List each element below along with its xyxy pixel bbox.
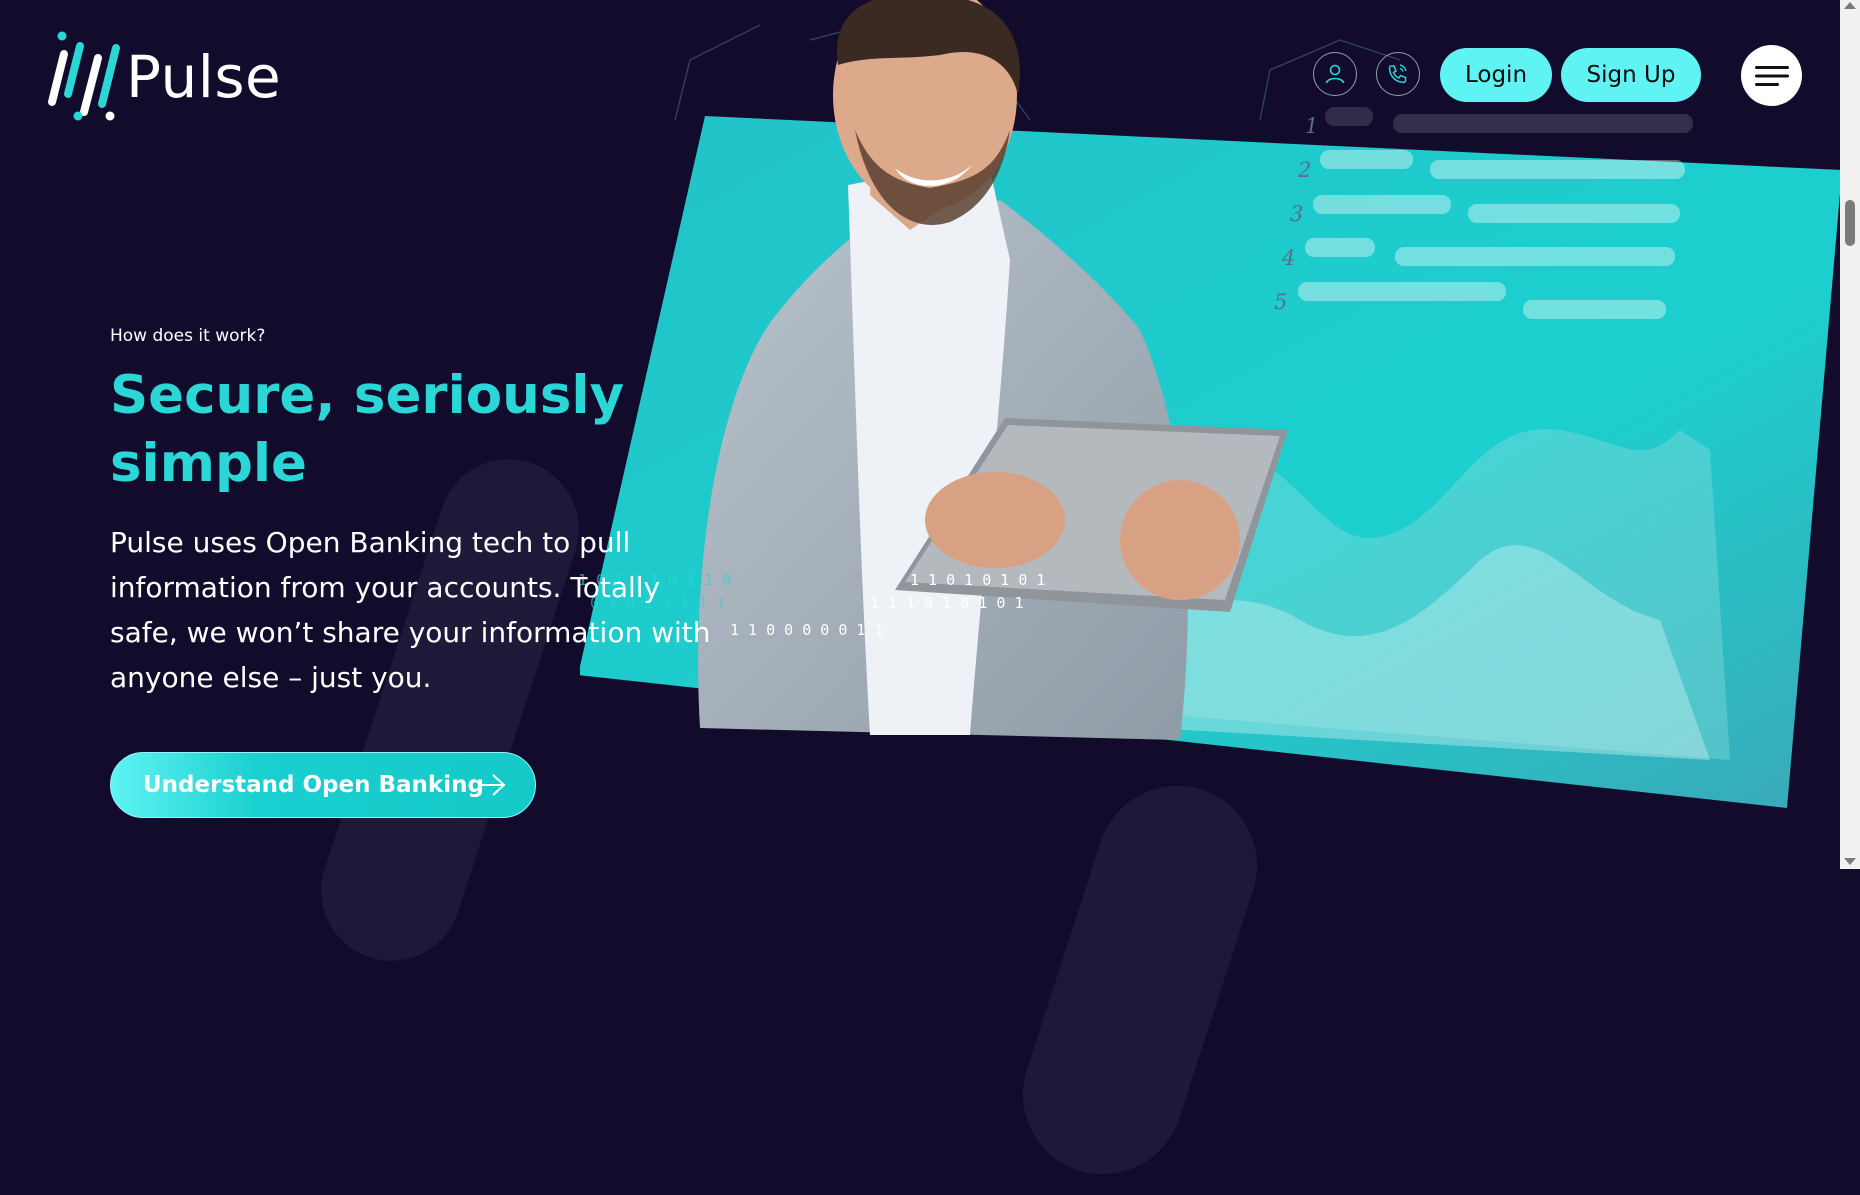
person-hand-right — [1120, 480, 1240, 600]
page-scrollbar[interactable] — [1840, 0, 1860, 869]
brand-name: Pulse — [126, 43, 282, 111]
hero-description: Pulse uses Open Banking tech to pull inf… — [110, 526, 711, 694]
person-hand-left — [925, 472, 1065, 568]
section-eyebrow: How does it work? — [110, 326, 266, 346]
hamburger-menu-icon — [1754, 65, 1789, 86]
svg-text:1 1 0 1 0 1 0 1: 1 1 0 1 0 1 0 1 — [910, 571, 1045, 589]
hero-illustration: 0 1 0 1 1 1 0 1 1 0 1 1 0 1 0 1 0 1 0 1 … — [580, 0, 1842, 808]
list-number: 1 — [1305, 114, 1319, 138]
scrollbar-thumb[interactable] — [1845, 200, 1855, 246]
background-lines — [674, 14, 1401, 121]
svg-text:1 1 0 0 0 0 0 1 1: 1 1 0 0 0 0 0 1 1 — [730, 621, 884, 639]
account-button[interactable] — [1313, 52, 1357, 96]
menu-button[interactable] — [1741, 45, 1802, 106]
signup-button[interactable]: Sign Up — [1561, 48, 1701, 102]
brand-logo[interactable]: Pulse — [40, 24, 281, 124]
arrow-right-icon — [479, 774, 506, 796]
svg-text:1 1 1 0 1 0 1 0 1: 1 1 1 0 1 0 1 0 1 — [870, 594, 1024, 612]
list-number: 4 — [1282, 246, 1296, 270]
hero-title: Secure, seriously simple — [110, 365, 625, 494]
list-number: 2 — [1298, 158, 1312, 182]
user-icon — [1325, 64, 1345, 84]
login-button[interactable]: Login — [1440, 48, 1552, 102]
list-number: 5 — [1274, 290, 1288, 314]
scroll-up-arrow-icon[interactable] — [1844, 2, 1856, 9]
pulse-logo-icon — [48, 31, 120, 121]
list-number: 3 — [1290, 202, 1304, 226]
contact-button[interactable] — [1376, 52, 1420, 96]
understand-open-banking-button[interactable]: Understand Open Banking — [110, 752, 536, 818]
scroll-down-arrow-icon[interactable] — [1844, 858, 1856, 865]
phone-icon — [1388, 64, 1407, 84]
cta-label: Understand Open Banking — [143, 772, 484, 798]
list-numbers: 1 2 3 4 5 — [1274, 104, 1319, 324]
